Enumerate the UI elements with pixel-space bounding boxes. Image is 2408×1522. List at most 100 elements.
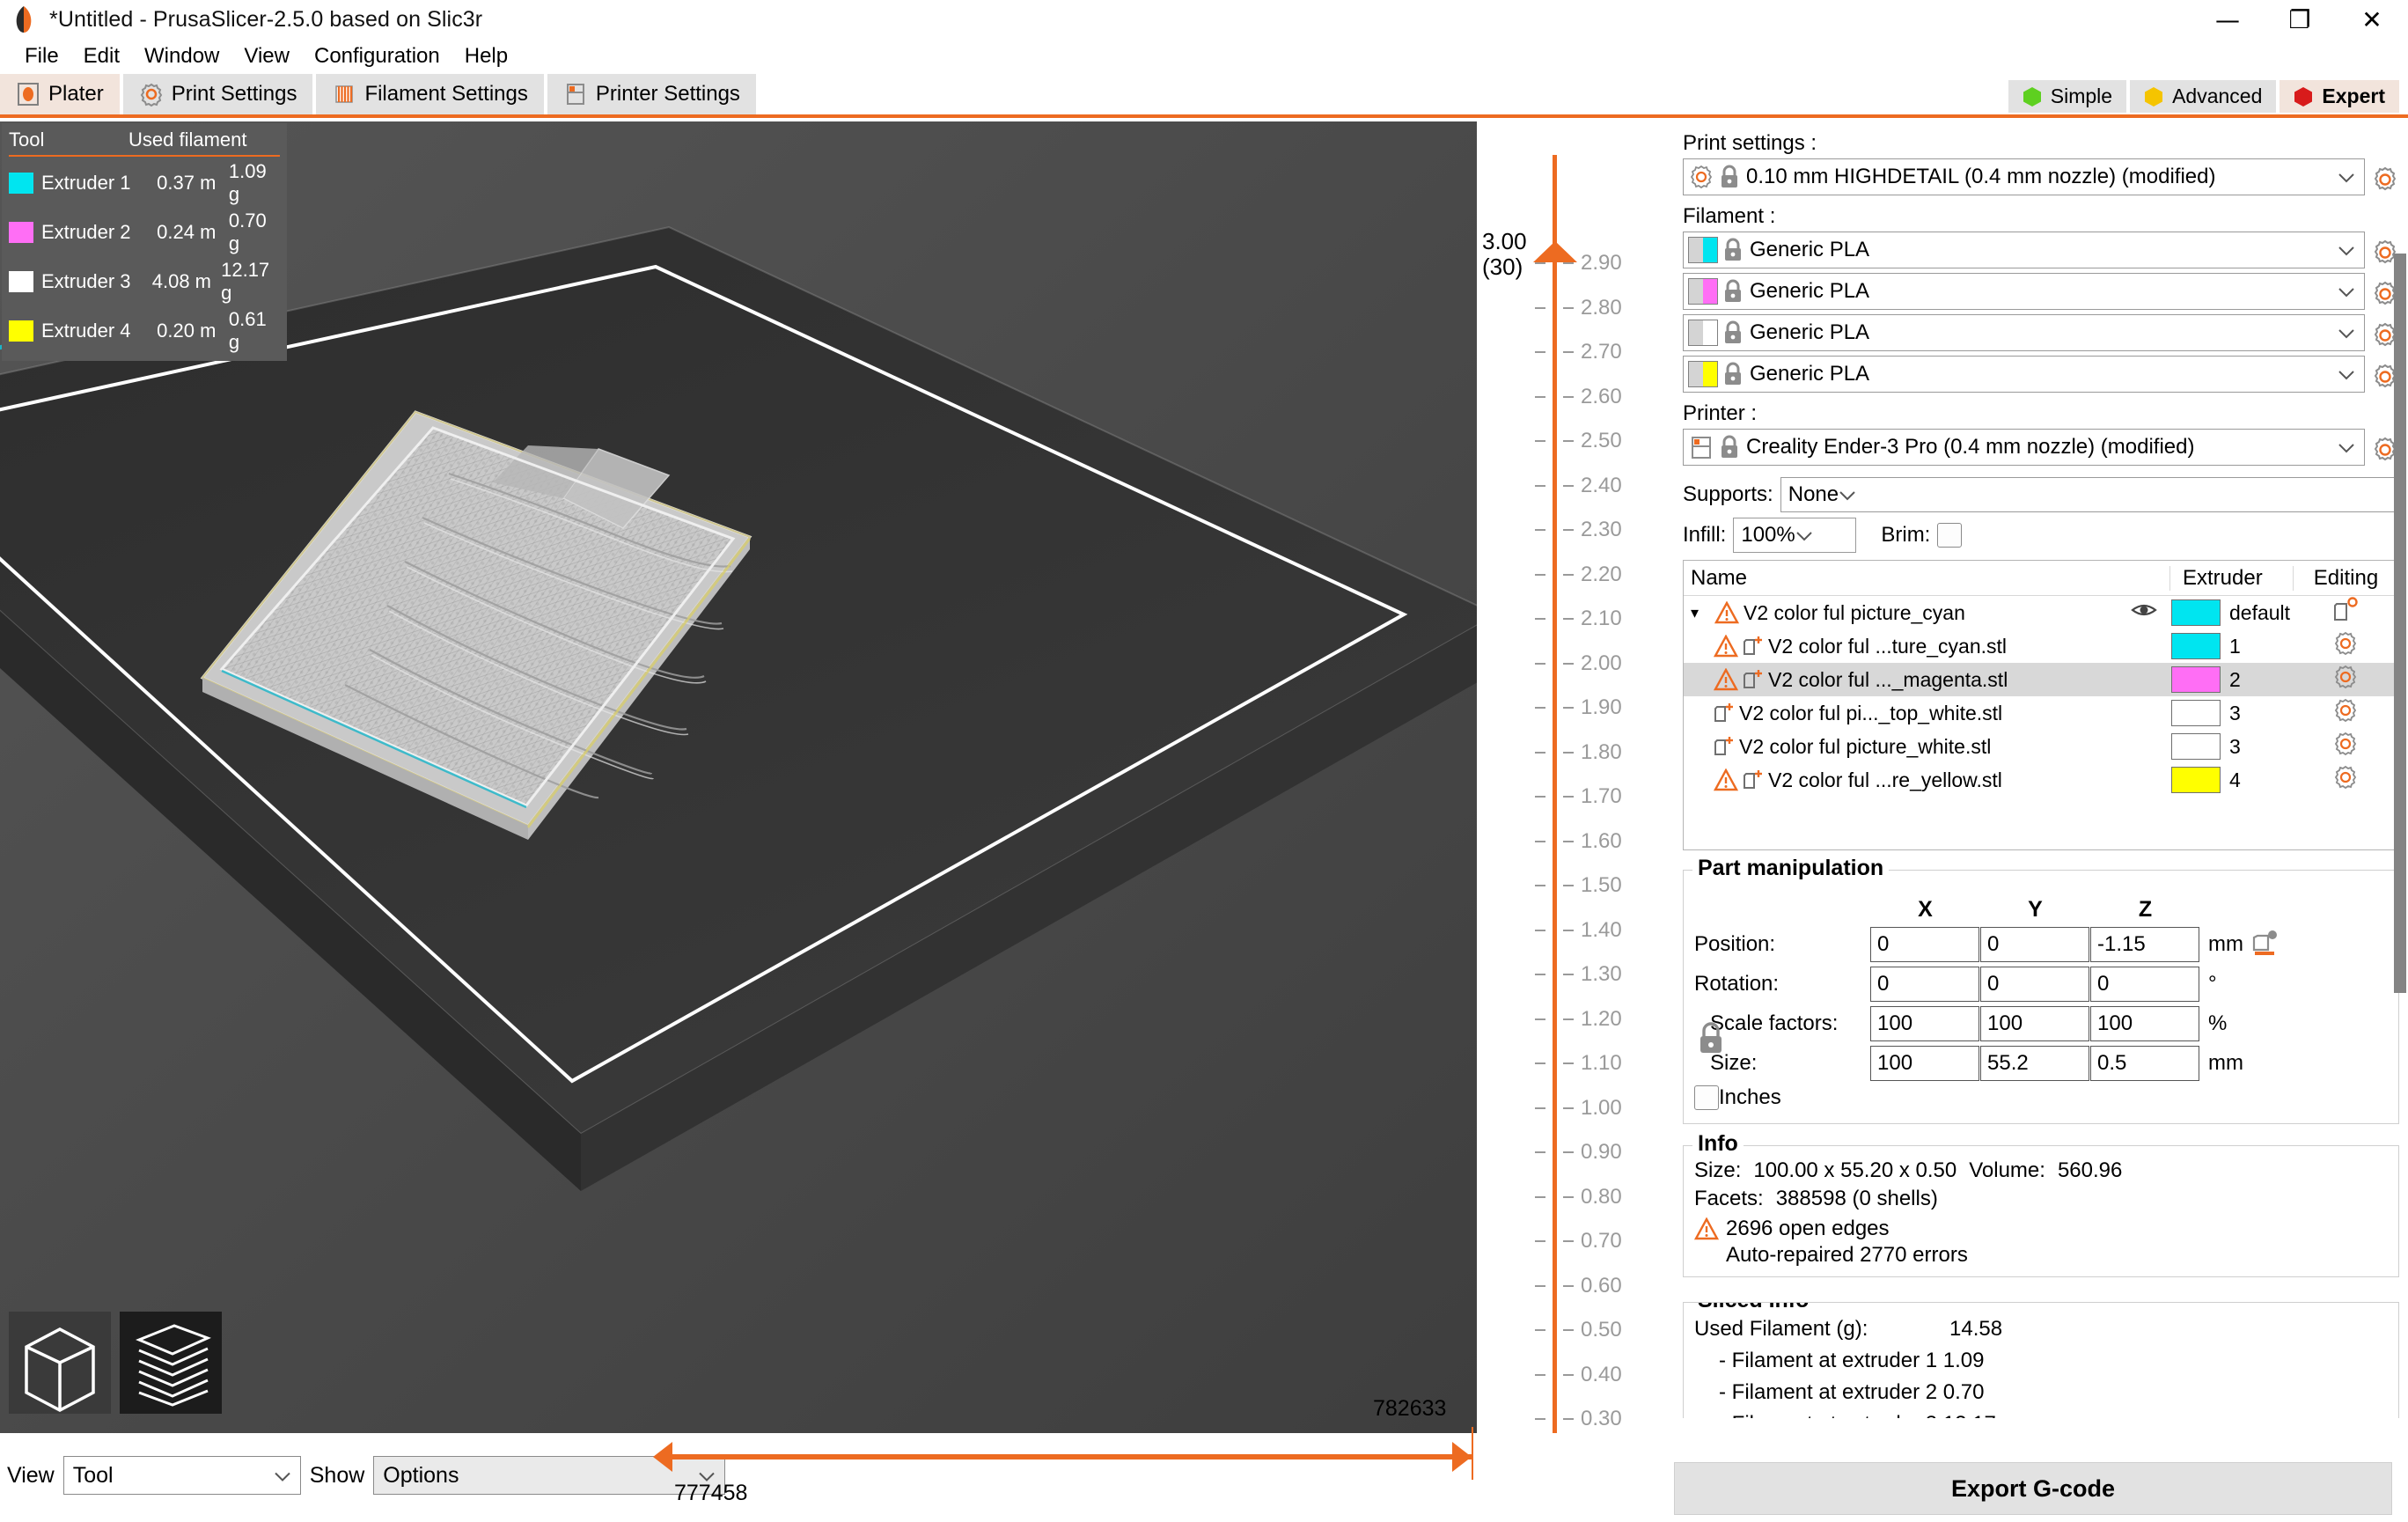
object-list-row[interactable]: V2 color ful ..._magenta.stl2 bbox=[1684, 663, 2398, 696]
filament-preset-combo-1[interactable]: Generic PLA bbox=[1683, 232, 2365, 268]
position-x-input[interactable]: 0 bbox=[1870, 927, 1979, 962]
filament-color-chip bbox=[1688, 237, 1718, 263]
menu-configuration[interactable]: Configuration bbox=[302, 42, 452, 70]
legend-tool-weight: 0.61 g bbox=[229, 308, 280, 354]
mode-expert[interactable]: Expert bbox=[2280, 80, 2399, 113]
rotation-x-input[interactable]: 0 bbox=[1870, 967, 1979, 1002]
editing-gear-icon[interactable] bbox=[2332, 697, 2359, 729]
minimize-button[interactable]: — bbox=[2191, 0, 2264, 39]
layer-slider[interactable]: 3.00 (30) 2.902.802.702.602.502.402.302.… bbox=[1477, 121, 1674, 1433]
object-list-row[interactable]: V2 color ful picture_white.stl3 bbox=[1684, 730, 2398, 763]
rotation-z-input[interactable]: 0 bbox=[2090, 967, 2199, 1002]
scale-row: Scale factors: 100 100 100 % bbox=[1694, 1006, 2388, 1041]
legend-row[interactable]: Extruder 2 0.24 m 0.70 g bbox=[9, 210, 280, 255]
size-x-input[interactable]: 100 bbox=[1870, 1046, 1979, 1081]
extruder-color-swatch[interactable] bbox=[2171, 767, 2221, 793]
col-extruder: Extruder bbox=[2169, 566, 2293, 591]
legend-row[interactable]: Extruder 1 0.37 m 1.09 g bbox=[9, 160, 280, 206]
tab-plater-label: Plater bbox=[48, 82, 104, 107]
view-select[interactable]: Tool bbox=[63, 1456, 301, 1495]
menu-view[interactable]: View bbox=[231, 42, 302, 70]
extruder-color-swatch[interactable] bbox=[2171, 599, 2221, 626]
tab-printer-settings[interactable]: Printer Settings bbox=[547, 74, 756, 114]
rotation-y-input[interactable]: 0 bbox=[1980, 967, 2089, 1002]
inches-checkbox[interactable] bbox=[1694, 1085, 1719, 1110]
layer-slider-tick: 1.30 bbox=[1477, 963, 1674, 986]
object-name-label: V2 color ful ..._magenta.stl bbox=[1768, 668, 2008, 692]
scale-x-input[interactable]: 100 bbox=[1870, 1006, 1979, 1041]
legend-row[interactable]: Extruder 4 0.20 m 0.61 g bbox=[9, 308, 280, 354]
editing-gear-icon[interactable] bbox=[2332, 731, 2359, 762]
maximize-button[interactable]: ❐ bbox=[2264, 0, 2336, 39]
mode-expert-label: Expert bbox=[2322, 85, 2385, 108]
plater-icon bbox=[16, 82, 40, 107]
tab-plater[interactable]: Plater bbox=[0, 74, 120, 114]
object-list-row[interactable]: V2 color ful ...re_yellow.stl4 bbox=[1684, 763, 2398, 797]
menu-window[interactable]: Window bbox=[132, 42, 231, 70]
layer-slider-tick-label: 2.10 bbox=[1581, 607, 1622, 631]
mode-advanced[interactable]: Advanced bbox=[2130, 80, 2276, 113]
position-z-input[interactable]: -1.15 bbox=[2090, 927, 2199, 962]
menu-file[interactable]: File bbox=[12, 42, 71, 70]
menu-edit[interactable]: Edit bbox=[71, 42, 132, 70]
filament-preset-combo-3[interactable]: Generic PLA bbox=[1683, 314, 2365, 351]
brim-checkbox[interactable] bbox=[1937, 523, 1962, 548]
editing-gear-icon[interactable] bbox=[2332, 630, 2359, 662]
move-slider-right-handle[interactable] bbox=[1452, 1442, 1472, 1472]
print-settings-edit-gear-icon[interactable] bbox=[2371, 165, 2399, 194]
editor-3d-view-button[interactable] bbox=[9, 1312, 111, 1414]
chevron-down-icon[interactable]: ▾ bbox=[1691, 604, 1710, 622]
filament-preset-combo-4[interactable]: Generic PLA bbox=[1683, 356, 2365, 393]
extruder-color-swatch[interactable] bbox=[2171, 633, 2221, 659]
menu-help[interactable]: Help bbox=[452, 42, 520, 70]
extruder-color-swatch[interactable] bbox=[2171, 700, 2221, 726]
close-button[interactable]: ✕ bbox=[2336, 0, 2408, 39]
print-settings-preset-combo[interactable]: 0.10 mm HIGHDETAIL (0.4 mm nozzle) (modi… bbox=[1683, 158, 2365, 195]
add-part-icon bbox=[1714, 702, 1735, 724]
move-slider-track[interactable] bbox=[662, 1454, 1472, 1460]
object-list[interactable]: Name Extruder Editing ▾V2 color ful pict… bbox=[1683, 560, 2399, 850]
tab-print-settings[interactable]: Print Settings bbox=[123, 74, 313, 114]
size-y-input[interactable]: 55.2 bbox=[1980, 1046, 2089, 1081]
show-select[interactable]: Options bbox=[373, 1456, 725, 1495]
visibility-toggle[interactable] bbox=[2118, 600, 2169, 625]
info-title: Info bbox=[1692, 1131, 1744, 1157]
uniform-scale-lock-icon[interactable] bbox=[1696, 1018, 1726, 1057]
filament-color-chip bbox=[1688, 320, 1718, 346]
legend-row[interactable]: Extruder 3 4.08 m 12.17 g bbox=[9, 259, 280, 305]
printer-preset-combo[interactable]: Creality Ender-3 Pro (0.4 mm nozzle) (mo… bbox=[1683, 429, 2365, 466]
scale-unit: % bbox=[2208, 1011, 2227, 1036]
object-list-row[interactable]: ▾V2 color ful picture_cyandefault bbox=[1684, 596, 2398, 629]
filament-preset-combo-2[interactable]: Generic PLA bbox=[1683, 273, 2365, 310]
part-manipulation-section: Part manipulation X Y Z Position: 0 0 bbox=[1683, 870, 2399, 1124]
hexagon-icon-advanced bbox=[2144, 86, 2163, 107]
tab-filament-settings[interactable]: Filament Settings bbox=[316, 74, 543, 114]
size-z-input[interactable]: 0.5 bbox=[2090, 1046, 2199, 1081]
extruder-color-swatch[interactable] bbox=[2171, 733, 2221, 760]
scale-y-input[interactable]: 100 bbox=[1980, 1006, 2089, 1041]
object-settings-icon[interactable] bbox=[2332, 597, 2359, 629]
tab-filament-settings-label: Filament Settings bbox=[364, 82, 527, 107]
editing-gear-icon[interactable] bbox=[2332, 664, 2359, 695]
object-list-row[interactable]: V2 color ful ...ture_cyan.stl1 bbox=[1684, 629, 2398, 663]
layer-slider-tick: 2.40 bbox=[1477, 474, 1674, 497]
supports-select[interactable]: None bbox=[1780, 477, 2399, 512]
object-name-label: V2 color ful pi..._top_white.stl bbox=[1739, 702, 2002, 725]
preview-layers-button[interactable] bbox=[120, 1312, 222, 1414]
sidebar-scrollbar-thumb[interactable] bbox=[2394, 254, 2406, 993]
layer-slider-tick: 2.30 bbox=[1477, 518, 1674, 541]
extruder-color-swatch[interactable] bbox=[2171, 666, 2221, 693]
object-list-row[interactable]: V2 color ful pi..._top_white.stl3 bbox=[1684, 696, 2398, 730]
mode-simple[interactable]: Simple bbox=[2008, 80, 2126, 113]
layer-slider-tick-label: 1.40 bbox=[1581, 918, 1622, 943]
print-settings-icon bbox=[139, 82, 164, 107]
editing-gear-icon[interactable] bbox=[2332, 764, 2359, 796]
eye-icon[interactable] bbox=[2131, 600, 2157, 625]
position-y-input[interactable]: 0 bbox=[1980, 927, 2089, 962]
scale-z-input[interactable]: 100 bbox=[2090, 1006, 2199, 1041]
drop-to-bed-icon[interactable] bbox=[2252, 929, 2279, 961]
3d-viewport[interactable]: Tool Used filament Extruder 1 0.37 m 1.0… bbox=[0, 121, 1477, 1433]
infill-select[interactable]: 100% bbox=[1733, 518, 1856, 553]
filament-label: Filament : bbox=[1683, 204, 2399, 229]
export-gcode-button[interactable]: Export G-code bbox=[1674, 1462, 2392, 1515]
